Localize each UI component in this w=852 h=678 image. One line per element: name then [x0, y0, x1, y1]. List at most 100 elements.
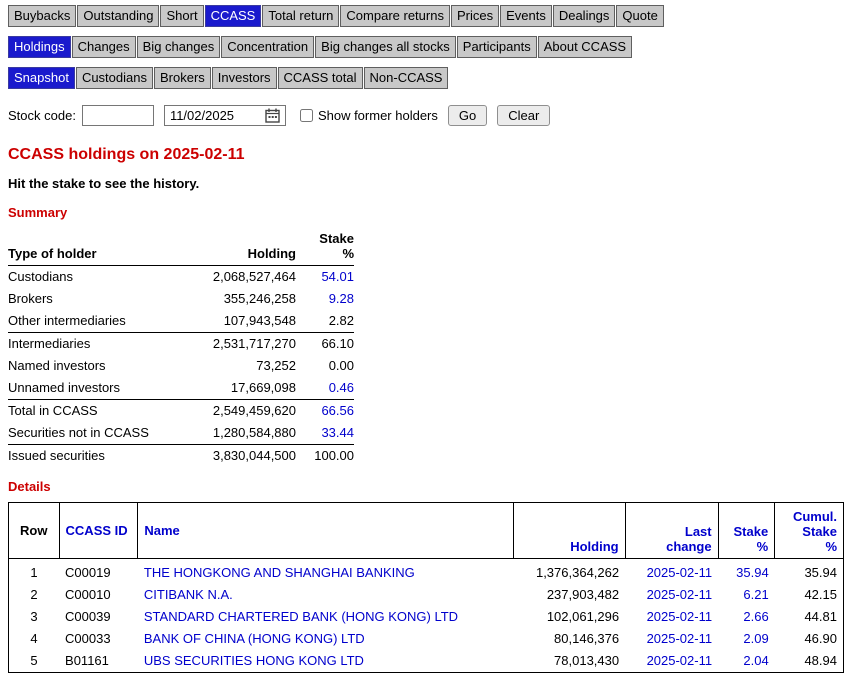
participant-name-link[interactable]: STANDARD CHARTERED BANK (HONG KONG) LTD — [144, 609, 458, 624]
tab-compare-returns[interactable]: Compare returns — [340, 5, 450, 27]
cumul-stake-value: 48.94 — [775, 650, 844, 673]
summary-row-custodians: Custodians 2,068,527,464 54.01 — [8, 266, 354, 289]
last-change-link[interactable]: 2025-02-11 — [647, 565, 713, 580]
tab-short[interactable]: Short — [160, 5, 203, 27]
details-header-cumul-stake[interactable]: Cumul. Stake % — [775, 503, 844, 559]
stake-value: 100.00 — [296, 445, 354, 468]
nav-row-2: Holdings Changes Big changes Concentrati… — [8, 36, 852, 58]
holding-value: 355,246,258 — [160, 288, 296, 310]
holder-type: Brokers — [8, 288, 160, 310]
tab-custodians[interactable]: Custodians — [76, 67, 153, 89]
details-header-ccass-id[interactable]: CCASS ID — [59, 503, 138, 559]
stake-link[interactable]: 35.94 — [736, 565, 769, 580]
stake-link[interactable]: 33.44 — [321, 425, 354, 440]
tab-outstanding[interactable]: Outstanding — [77, 5, 159, 27]
participant-name-link[interactable]: UBS SECURITIES HONG KONG LTD — [144, 653, 364, 668]
tab-participants[interactable]: Participants — [457, 36, 537, 58]
tab-buybacks[interactable]: Buybacks — [8, 5, 76, 27]
holder-type: Issued securities — [8, 445, 160, 468]
tab-prices[interactable]: Prices — [451, 5, 499, 27]
clear-button[interactable]: Clear — [497, 105, 550, 126]
tab-brokers[interactable]: Brokers — [154, 67, 211, 89]
show-former-checkbox[interactable] — [300, 109, 313, 122]
stake-link[interactable]: 2.66 — [743, 609, 768, 624]
holding-value: 107,943,548 — [160, 310, 296, 333]
row-number: 4 — [9, 628, 60, 650]
stake-link[interactable]: 6.21 — [743, 587, 768, 602]
ccass-id: C00039 — [59, 606, 138, 628]
tab-investors[interactable]: Investors — [212, 67, 277, 89]
stock-code-input[interactable] — [82, 105, 154, 126]
date-value: 11/02/2025 — [170, 108, 234, 123]
tab-ccass-total[interactable]: CCASS total — [278, 67, 363, 89]
summary-header-type: Type of holder — [8, 228, 160, 266]
tab-big-changes[interactable]: Big changes — [137, 36, 221, 58]
last-change-link[interactable]: 2025-02-11 — [647, 653, 713, 668]
holding-value: 80,146,376 — [514, 628, 625, 650]
details-header-stake[interactable]: Stake % — [718, 503, 775, 559]
stake-link[interactable]: 54.01 — [321, 269, 354, 284]
cumul-stake-value: 35.94 — [775, 559, 844, 585]
holder-type: Unnamed investors — [8, 377, 160, 400]
summary-row-intermediaries: Intermediaries 2,531,717,270 66.10 — [8, 333, 354, 356]
holding-value: 73,252 — [160, 355, 296, 377]
tab-quote[interactable]: Quote — [616, 5, 663, 27]
last-change-link[interactable]: 2025-02-11 — [647, 609, 713, 624]
details-row: 4 C00033 BANK OF CHINA (HONG KONG) LTD 8… — [9, 628, 844, 650]
details-row: 2 C00010 CITIBANK N.A. 237,903,482 2025-… — [9, 584, 844, 606]
tab-ccass[interactable]: CCASS — [205, 5, 262, 27]
tab-non-ccass[interactable]: Non-CCASS — [364, 67, 449, 89]
details-table: Row CCASS ID Name Holding Last change St… — [8, 502, 844, 673]
tab-snapshot[interactable]: Snapshot — [8, 67, 75, 89]
show-former-label: Show former holders — [318, 108, 438, 123]
details-header-holding[interactable]: Holding — [514, 503, 625, 559]
tab-big-changes-all-stocks[interactable]: Big changes all stocks — [315, 36, 456, 58]
ccass-id: B01161 — [59, 650, 138, 673]
tab-about-ccass[interactable]: About CCASS — [538, 36, 632, 58]
holding-value: 2,549,459,620 — [160, 400, 296, 423]
page-title: CCASS holdings on 2025-02-11 — [8, 146, 852, 164]
date-input[interactable]: 11/02/2025 — [164, 105, 286, 126]
holder-type: Other intermediaries — [8, 310, 160, 333]
holding-value: 2,068,527,464 — [160, 266, 296, 289]
stake-link[interactable]: 0.46 — [329, 380, 354, 395]
stake-link[interactable]: 2.09 — [743, 631, 768, 646]
details-row: 3 C00039 STANDARD CHARTERED BANK (HONG K… — [9, 606, 844, 628]
holder-type: Intermediaries — [8, 333, 160, 356]
summary-row-named-investors: Named investors 73,252 0.00 — [8, 355, 354, 377]
participant-name-link[interactable]: THE HONGKONG AND SHANGHAI BANKING — [144, 565, 415, 580]
holder-type: Securities not in CCASS — [8, 422, 160, 445]
stock-form: Stock code: 11/02/2025 Show former holde… — [8, 105, 852, 126]
ccass-id: C00019 — [59, 559, 138, 585]
last-change-link[interactable]: 2025-02-11 — [647, 587, 713, 602]
holder-type: Total in CCASS — [8, 400, 160, 423]
details-row: 5 B01161 UBS SECURITIES HONG KONG LTD 78… — [9, 650, 844, 673]
tab-changes[interactable]: Changes — [72, 36, 136, 58]
holding-value: 1,280,584,880 — [160, 422, 296, 445]
summary-row-issued-securities: Issued securities 3,830,044,500 100.00 — [8, 445, 354, 468]
tab-holdings[interactable]: Holdings — [8, 36, 71, 58]
calendar-icon[interactable] — [265, 108, 280, 123]
details-header-name[interactable]: Name — [138, 503, 514, 559]
summary-row-unnamed-investors: Unnamed investors 17,669,098 0.46 — [8, 377, 354, 400]
participant-name-link[interactable]: BANK OF CHINA (HONG KONG) LTD — [144, 631, 365, 646]
summary-header-holding: Holding — [160, 228, 296, 266]
stock-code-label: Stock code: — [8, 108, 76, 123]
nav-row-3: Snapshot Custodians Brokers Investors CC… — [8, 67, 852, 89]
details-header-last-change[interactable]: Last change — [625, 503, 718, 559]
details-row: 1 C00019 THE HONGKONG AND SHANGHAI BANKI… — [9, 559, 844, 585]
participant-name-link[interactable]: CITIBANK N.A. — [144, 587, 233, 602]
cumul-stake-value: 42.15 — [775, 584, 844, 606]
stake-link[interactable]: 66.56 — [321, 403, 354, 418]
last-change-link[interactable]: 2025-02-11 — [647, 631, 713, 646]
tab-dealings[interactable]: Dealings — [553, 5, 616, 27]
tab-events[interactable]: Events — [500, 5, 552, 27]
tab-concentration[interactable]: Concentration — [221, 36, 314, 58]
go-button[interactable]: Go — [448, 105, 487, 126]
row-number: 5 — [9, 650, 60, 673]
summary-row-brokers: Brokers 355,246,258 9.28 — [8, 288, 354, 310]
cumul-stake-value: 46.90 — [775, 628, 844, 650]
stake-link[interactable]: 2.04 — [743, 653, 768, 668]
tab-total-return[interactable]: Total return — [262, 5, 339, 27]
stake-link[interactable]: 9.28 — [329, 291, 354, 306]
